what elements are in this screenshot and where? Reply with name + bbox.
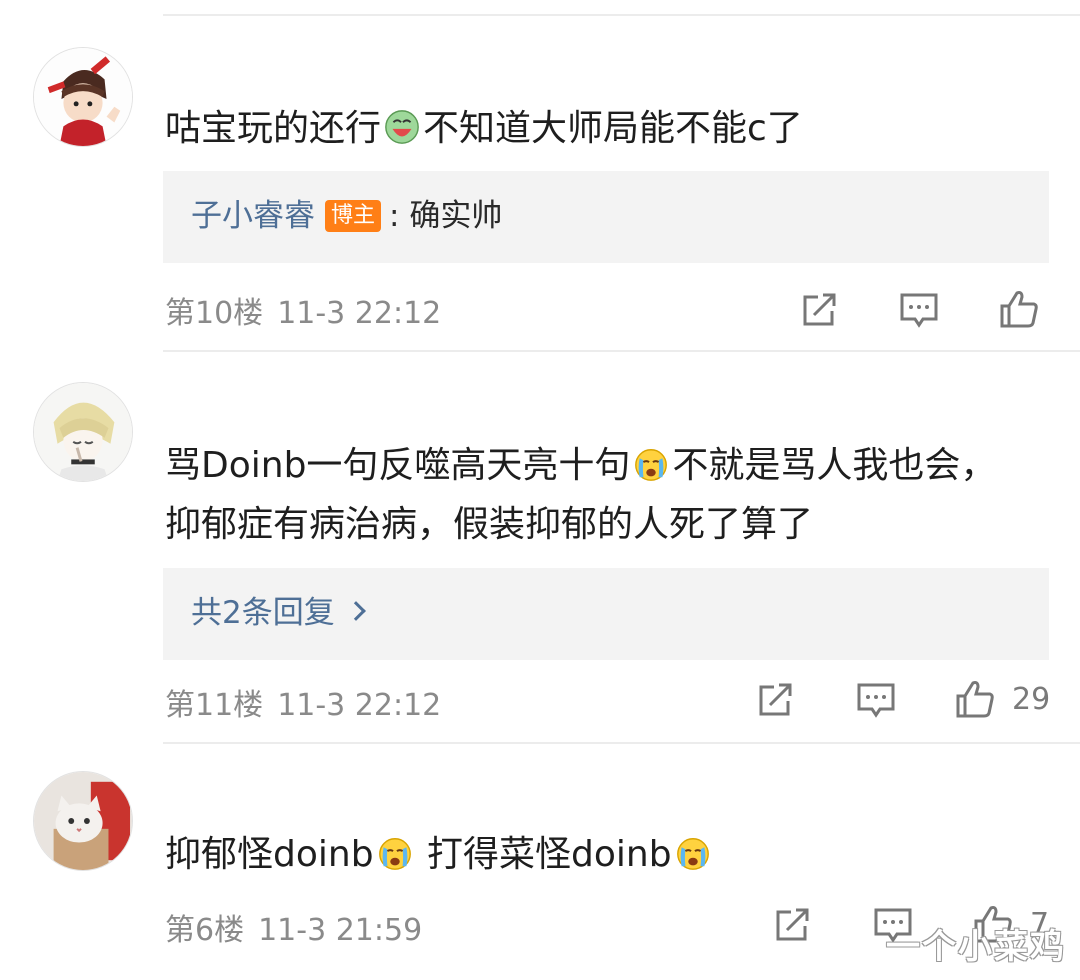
crying-face-emoji xyxy=(632,445,670,483)
timestamp: 11-3 21:59 xyxy=(258,913,423,948)
share-button[interactable] xyxy=(754,677,798,721)
avatar-image xyxy=(34,48,132,146)
author-badge: 博主 xyxy=(325,200,382,232)
reply-username[interactable]: 子小睿睿 xyxy=(191,198,315,234)
divider xyxy=(163,742,1080,744)
avatar-image xyxy=(34,383,132,481)
watermark: 一个小菜鸡 xyxy=(886,927,1066,967)
like-button[interactable] xyxy=(997,287,1041,331)
comment-text-line2: 抑郁症有病治病，假装抑郁的人死了算了 xyxy=(165,504,814,545)
divider xyxy=(163,350,1080,352)
comment-text: 咕宝玩的还行 不知道大师局能不能c了 xyxy=(165,100,803,158)
comment-text-part: 咕宝玩的还行 xyxy=(165,108,382,149)
share-button[interactable] xyxy=(798,287,842,331)
thumbs-up-icon xyxy=(1000,291,1038,328)
happy-face-emoji xyxy=(383,108,421,146)
floor-number: 第10楼 xyxy=(165,296,264,331)
comment-text-part: 不知道大师局能不能c了 xyxy=(423,108,803,149)
crying-face-emoji xyxy=(674,834,712,872)
thumbs-up-icon xyxy=(956,681,994,718)
comment-text-part: 打得菜怪doinb xyxy=(415,834,672,875)
comment-text-part: 不就是骂人我也会， xyxy=(672,445,997,486)
view-replies-link[interactable]: 共2条回复 xyxy=(191,590,366,636)
chevron-right-icon xyxy=(345,601,366,621)
avatar-image xyxy=(34,772,132,870)
like-count: 29 xyxy=(1012,682,1051,717)
comment-text: 抑郁怪doinb 打得菜怪doinb xyxy=(165,826,714,884)
timestamp: 11-3 22:12 xyxy=(277,296,442,331)
reply-box[interactable]: 共2条回复 xyxy=(163,568,1049,660)
comment-icon xyxy=(900,293,938,328)
comment-meta: 第6楼 11-3 21:59 xyxy=(165,905,422,949)
reply-line: 子小睿睿 博主: 确实帅 xyxy=(191,193,502,239)
timestamp: 11-3 22:12 xyxy=(277,688,442,723)
comment-text: 骂Doinb一句反噬高天亮十句 不就是骂人我也会， xyxy=(165,437,996,495)
reply-button[interactable] xyxy=(897,287,941,331)
divider xyxy=(163,14,1080,16)
comment-icon xyxy=(857,683,895,718)
avatar[interactable] xyxy=(33,47,133,147)
comment-meta: 第10楼 11-3 22:12 xyxy=(165,288,441,332)
share-icon xyxy=(776,908,809,941)
reply-box[interactable]: 子小睿睿 博主: 确实帅 xyxy=(163,171,1049,263)
share-icon xyxy=(803,293,836,326)
share-button[interactable] xyxy=(771,902,815,946)
crying-face-emoji xyxy=(376,834,414,872)
comment-text-part: 骂Doinb一句反噬高天亮十句 xyxy=(165,445,631,486)
avatar[interactable] xyxy=(33,771,133,871)
comment-text-part: 抑郁怪doinb xyxy=(165,834,374,875)
floor-number: 第11楼 xyxy=(165,688,264,723)
comment-meta: 第11楼 11-3 22:12 xyxy=(165,680,441,724)
like-button[interactable] xyxy=(953,677,997,721)
share-icon xyxy=(759,683,792,716)
avatar[interactable] xyxy=(33,382,133,482)
reply-text: : 确实帅 xyxy=(389,198,503,234)
reply-count-label: 共2条回复 xyxy=(191,595,335,631)
reply-button[interactable] xyxy=(854,677,898,721)
floor-number: 第6楼 xyxy=(165,913,245,948)
